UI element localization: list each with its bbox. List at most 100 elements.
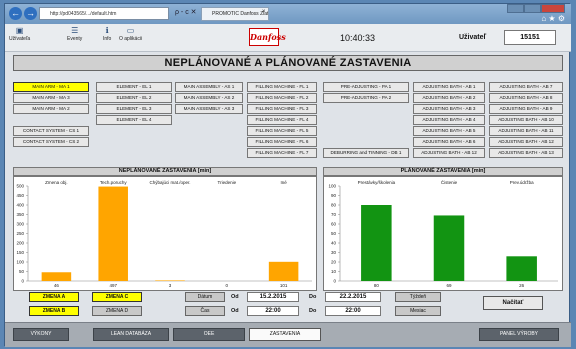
time-from-field[interactable]: 22:00 [247, 306, 299, 316]
machine-button[interactable]: ADJUSTING BATH - AB 4 [413, 115, 485, 125]
machine-button[interactable]: MAIN ARM - MA 2 [13, 104, 89, 114]
machine-button[interactable]: FILLING MACHINE - FL 6 [247, 137, 317, 147]
machine-button[interactable]: ELEMENT - EL 4 [96, 115, 172, 125]
info-icon: ℹ [105, 26, 109, 35]
browser-tool-icons[interactable]: ⌂ ★ ⚙ [541, 14, 565, 23]
toolbar-label: O aplikácii [119, 36, 143, 42]
address-bar-icons[interactable]: ρ - c ✕ [175, 8, 197, 16]
category-label: Iné [280, 180, 287, 185]
app-toolbar: ▣ Užívateľa ☰ Eventy ℹ Info ▭ O aplikáci… [5, 24, 571, 52]
unplanned-chart-svg: 0 50 100 150 200 250 300 350 400 450 500 Zmena obj.… [16, 180, 312, 288]
machine-button[interactable]: ADJUSTING BATH - AB 6 [413, 137, 485, 147]
toolbar-info[interactable]: ℹ Info [103, 26, 111, 42]
category-label: Chýbajúci mat./oper. [149, 180, 190, 185]
minimize-button[interactable] [507, 4, 524, 13]
machine-button[interactable]: MAIN ASSEMBLY - AS 1 [175, 82, 243, 92]
machine-button[interactable]: DEBURRING and TINNING - DB 1 [323, 148, 409, 158]
y-tick-label: 500 [16, 184, 24, 189]
machine-button[interactable]: ADJUSTING BATH - AB 3 [413, 104, 485, 114]
time-to-field[interactable]: 22:00 [325, 306, 381, 316]
toolbar-events[interactable]: ☰ Eventy [67, 26, 82, 42]
nav-zastavenia[interactable]: ZASTAVENIA [249, 328, 321, 341]
machine-button[interactable]: ADJUSTING BATH - AB 9 [489, 104, 563, 114]
machine-button[interactable]: ADJUSTING BATH - AB 11 [489, 126, 563, 136]
close-window-button[interactable] [541, 4, 565, 13]
nav-oee[interactable]: OEE [173, 328, 245, 341]
value-label: 0 [226, 283, 229, 288]
forward-icon[interactable]: → [24, 7, 37, 20]
y-tick-label: 100 [328, 184, 336, 189]
machine-button[interactable]: ADJUSTING BATH - AB 8 [489, 93, 563, 103]
date-to-field[interactable]: 22.2.2015 [325, 292, 381, 302]
value-label: 46 [54, 283, 60, 288]
machine-button[interactable]: CONTACT SYSTEM - CS 1 [13, 126, 89, 136]
machine-button[interactable]: MAIN ASSEMBLY - AS 3 [175, 104, 243, 114]
machine-button[interactable]: FILLING MACHINE - FL 3 [247, 104, 317, 114]
week-button[interactable]: Týždeň [395, 292, 441, 302]
y-tick-label: 350 [16, 212, 24, 217]
machine-button[interactable]: ADJUSTING BATH - AB 7 [489, 82, 563, 92]
value-label: 26 [519, 283, 525, 288]
machine-button[interactable]: ELEMENT - EL 2 [96, 93, 172, 103]
y-tick-label: 250 [16, 231, 24, 236]
machine-button[interactable]: ELEMENT - EL 3 [96, 104, 172, 114]
from-label: Od [231, 294, 239, 300]
shift-a-button[interactable]: ZMENA A [29, 292, 79, 302]
machine-button[interactable]: ELEMENT - EL 1 [96, 82, 172, 92]
y-tick-label: 70 [331, 212, 337, 217]
date-mode-button[interactable]: Dátum [185, 292, 225, 302]
shift-b-button[interactable]: ZMENA B [29, 306, 79, 316]
machine-button[interactable]: MAIN ARM - MA 1 [13, 82, 89, 92]
toolbar-label: Info [103, 36, 112, 42]
machine-button[interactable]: FILLING MACHINE - FL 5 [247, 126, 317, 136]
shift-c-button[interactable]: ZMENA C [92, 292, 142, 302]
nav-lean-databaza[interactable]: LEAN DATABÁZA [93, 328, 169, 341]
machine-button[interactable]: FILLING MACHINE - FL 7 [247, 148, 317, 158]
machine-button[interactable]: ADJUSTING BATH - AB 12 [489, 137, 563, 147]
load-button[interactable]: Načítať [483, 296, 543, 310]
unplanned-chart-title: NEPLÁNOVANÉ ZASTAVENIA [min] [13, 167, 317, 176]
machine-button[interactable]: ADJUSTING BATH - AB 13 [489, 148, 563, 158]
machine-button[interactable]: MAIN ASSEMBLY - AS 2 [175, 93, 243, 103]
machine-button[interactable]: FILLING MACHINE - FL 1 [247, 82, 317, 92]
bar [433, 215, 465, 281]
y-tick-label: 400 [16, 203, 24, 208]
from-label: Od [231, 308, 239, 314]
footer-nav: VÝKONY LEAN DATABÁZA OEE ZASTAVENIA PANE… [5, 322, 571, 347]
machine-button[interactable]: CONTACT SYSTEM - CS 2 [13, 137, 89, 147]
to-label: Do [309, 294, 317, 300]
nav-vykony[interactable]: VÝKONY [13, 328, 69, 341]
close-tab-icon[interactable]: × [262, 9, 266, 15]
maximize-button[interactable] [524, 4, 541, 13]
category-label: Prestávky/školenia [358, 180, 396, 185]
danfoss-logo: Danfoss [249, 28, 286, 46]
machine-button[interactable]: ADJUSTING BATH - AB 12 [413, 148, 485, 158]
y-tick-label: 50 [19, 269, 25, 274]
date-from-field[interactable]: 15.2.2015 [247, 292, 299, 302]
machine-button[interactable]: PRE-ADJUSTING - PA 1 [323, 82, 409, 92]
machine-button[interactable]: FILLING MACHINE - FL 2 [247, 93, 317, 103]
machine-button[interactable]: ADJUSTING BATH - AB 2 [413, 93, 485, 103]
browser-tab[interactable]: PROMOTIC Danfoss Zlate [201, 7, 269, 21]
month-button[interactable]: Mesiac [395, 306, 441, 316]
bar [155, 280, 185, 281]
nav-panel-vyroby[interactable]: PANEL VÝROBY [479, 328, 559, 341]
planned-chart-svg: 0 10 20 30 40 50 60 70 80 90 100 Prestávky/školenia… [328, 179, 558, 288]
toolbar-about[interactable]: ▭ O aplikácii [119, 26, 142, 42]
machine-button[interactable]: MAIN ARM - MA 3 [13, 93, 89, 103]
value-label: 101 [280, 283, 288, 288]
planned-chart: 0 10 20 30 40 50 60 70 80 90 100 Prestávky/školenia… [323, 176, 563, 291]
about-icon: ▭ [126, 26, 135, 35]
machine-button[interactable]: PRE-ADJUSTING - PA 2 [323, 93, 409, 103]
window-controls [507, 4, 565, 14]
toolbar-users[interactable]: ▣ Užívateľa [9, 26, 30, 42]
back-icon[interactable]: ← [9, 7, 22, 20]
address-bar[interactable]: http://pd043565/.../default.htm [39, 7, 169, 20]
machine-button[interactable]: ADJUSTING BATH - AB 5 [413, 126, 485, 136]
machine-button[interactable]: ADJUSTING BATH - AB 1 [413, 82, 485, 92]
machine-button[interactable]: ADJUSTING BATH - AB 10 [489, 115, 563, 125]
shift-d-button[interactable]: ZMENA D [92, 306, 142, 316]
time-mode-button[interactable]: Čas [185, 306, 225, 316]
machine-button[interactable]: FILLING MACHINE - FL 4 [247, 115, 317, 125]
y-tick-label: 450 [16, 193, 24, 198]
